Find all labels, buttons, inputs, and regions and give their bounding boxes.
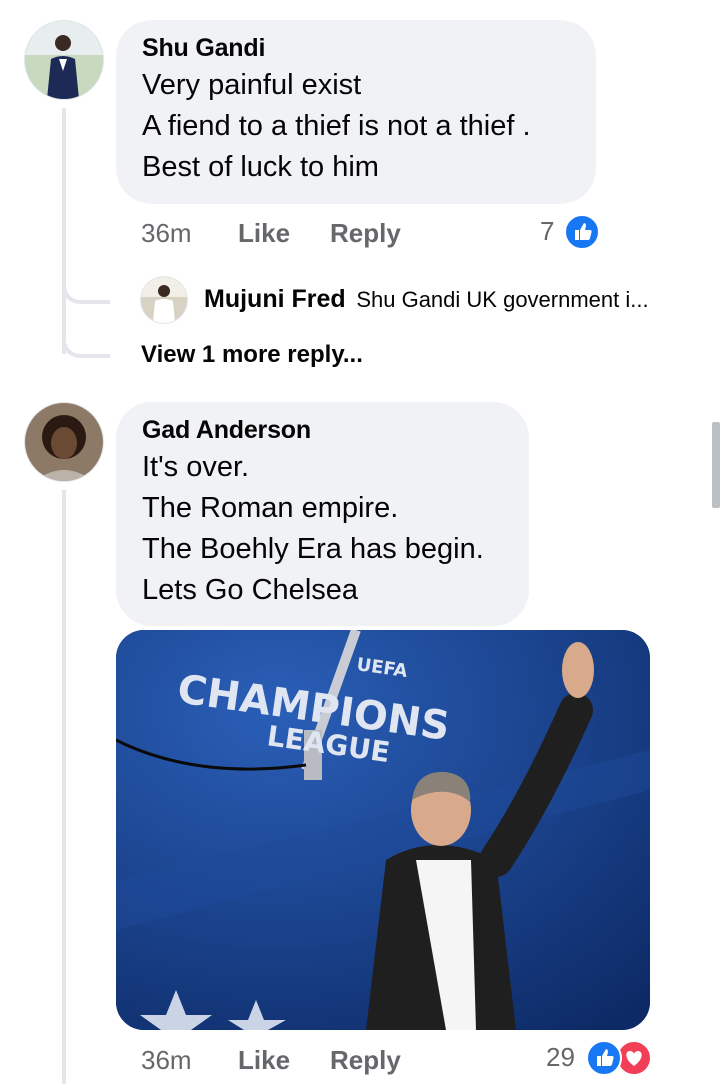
avatar-mujuni-fred[interactable]	[140, 276, 188, 324]
person-avatar-icon	[141, 277, 187, 323]
comment-line: The Boehly Era has begin.	[142, 533, 484, 565]
comment-line: Lets Go Chelsea	[142, 574, 359, 606]
like-reaction-icon	[586, 1040, 622, 1076]
avatar-gad-anderson[interactable]	[24, 402, 104, 482]
reaction-count[interactable]: 29	[546, 1042, 575, 1073]
thread-line-2	[62, 490, 66, 1084]
thread-line-branch-1	[62, 270, 110, 304]
comment-timestamp[interactable]: 36m	[141, 1045, 192, 1076]
person-avatar-icon	[25, 21, 103, 99]
like-button[interactable]: Like	[238, 1045, 290, 1076]
comment-timestamp[interactable]: 36m	[141, 218, 192, 249]
reply-author[interactable]: Mujuni Fred	[204, 285, 346, 313]
comment-line: Very painful exist	[142, 69, 362, 101]
comment-author[interactable]: Shu Gandi	[142, 34, 570, 63]
avatar-shu-gandi[interactable]	[24, 20, 104, 100]
reaction-count[interactable]: 7	[540, 216, 554, 247]
comment-line: It's over.	[142, 451, 250, 483]
reply-button[interactable]: Reply	[330, 218, 401, 249]
scrollbar-thumb[interactable]	[712, 422, 720, 508]
comment-line: Best of luck to him	[142, 151, 379, 183]
person-avatar-icon	[25, 403, 103, 481]
comment-bubble[interactable]: Shu Gandi Very painful exist A fiend to …	[116, 20, 596, 204]
like-reaction-icon	[564, 214, 600, 250]
comment-line: A fiend to a thief is not a thief .	[142, 110, 531, 142]
view-more-replies-link[interactable]: View 1 more reply...	[141, 341, 363, 369]
comment-image[interactable]: CHAMPIONS LEAGUE UEFA	[116, 630, 650, 1030]
comment-bubble[interactable]: Gad Anderson It's over. The Roman empire…	[116, 402, 529, 626]
like-button[interactable]: Like	[238, 218, 290, 249]
comment-author[interactable]: Gad Anderson	[142, 416, 503, 445]
reply-preview[interactable]: Mujuni Fred Shu Gandi UK government i...	[204, 285, 649, 314]
thread-line-1	[62, 108, 66, 354]
reply-text: Shu Gandi UK government i...	[356, 287, 649, 312]
comment-line: The Roman empire.	[142, 492, 399, 524]
thread-line-branch-2	[62, 324, 110, 358]
reply-button[interactable]: Reply	[330, 1045, 401, 1076]
